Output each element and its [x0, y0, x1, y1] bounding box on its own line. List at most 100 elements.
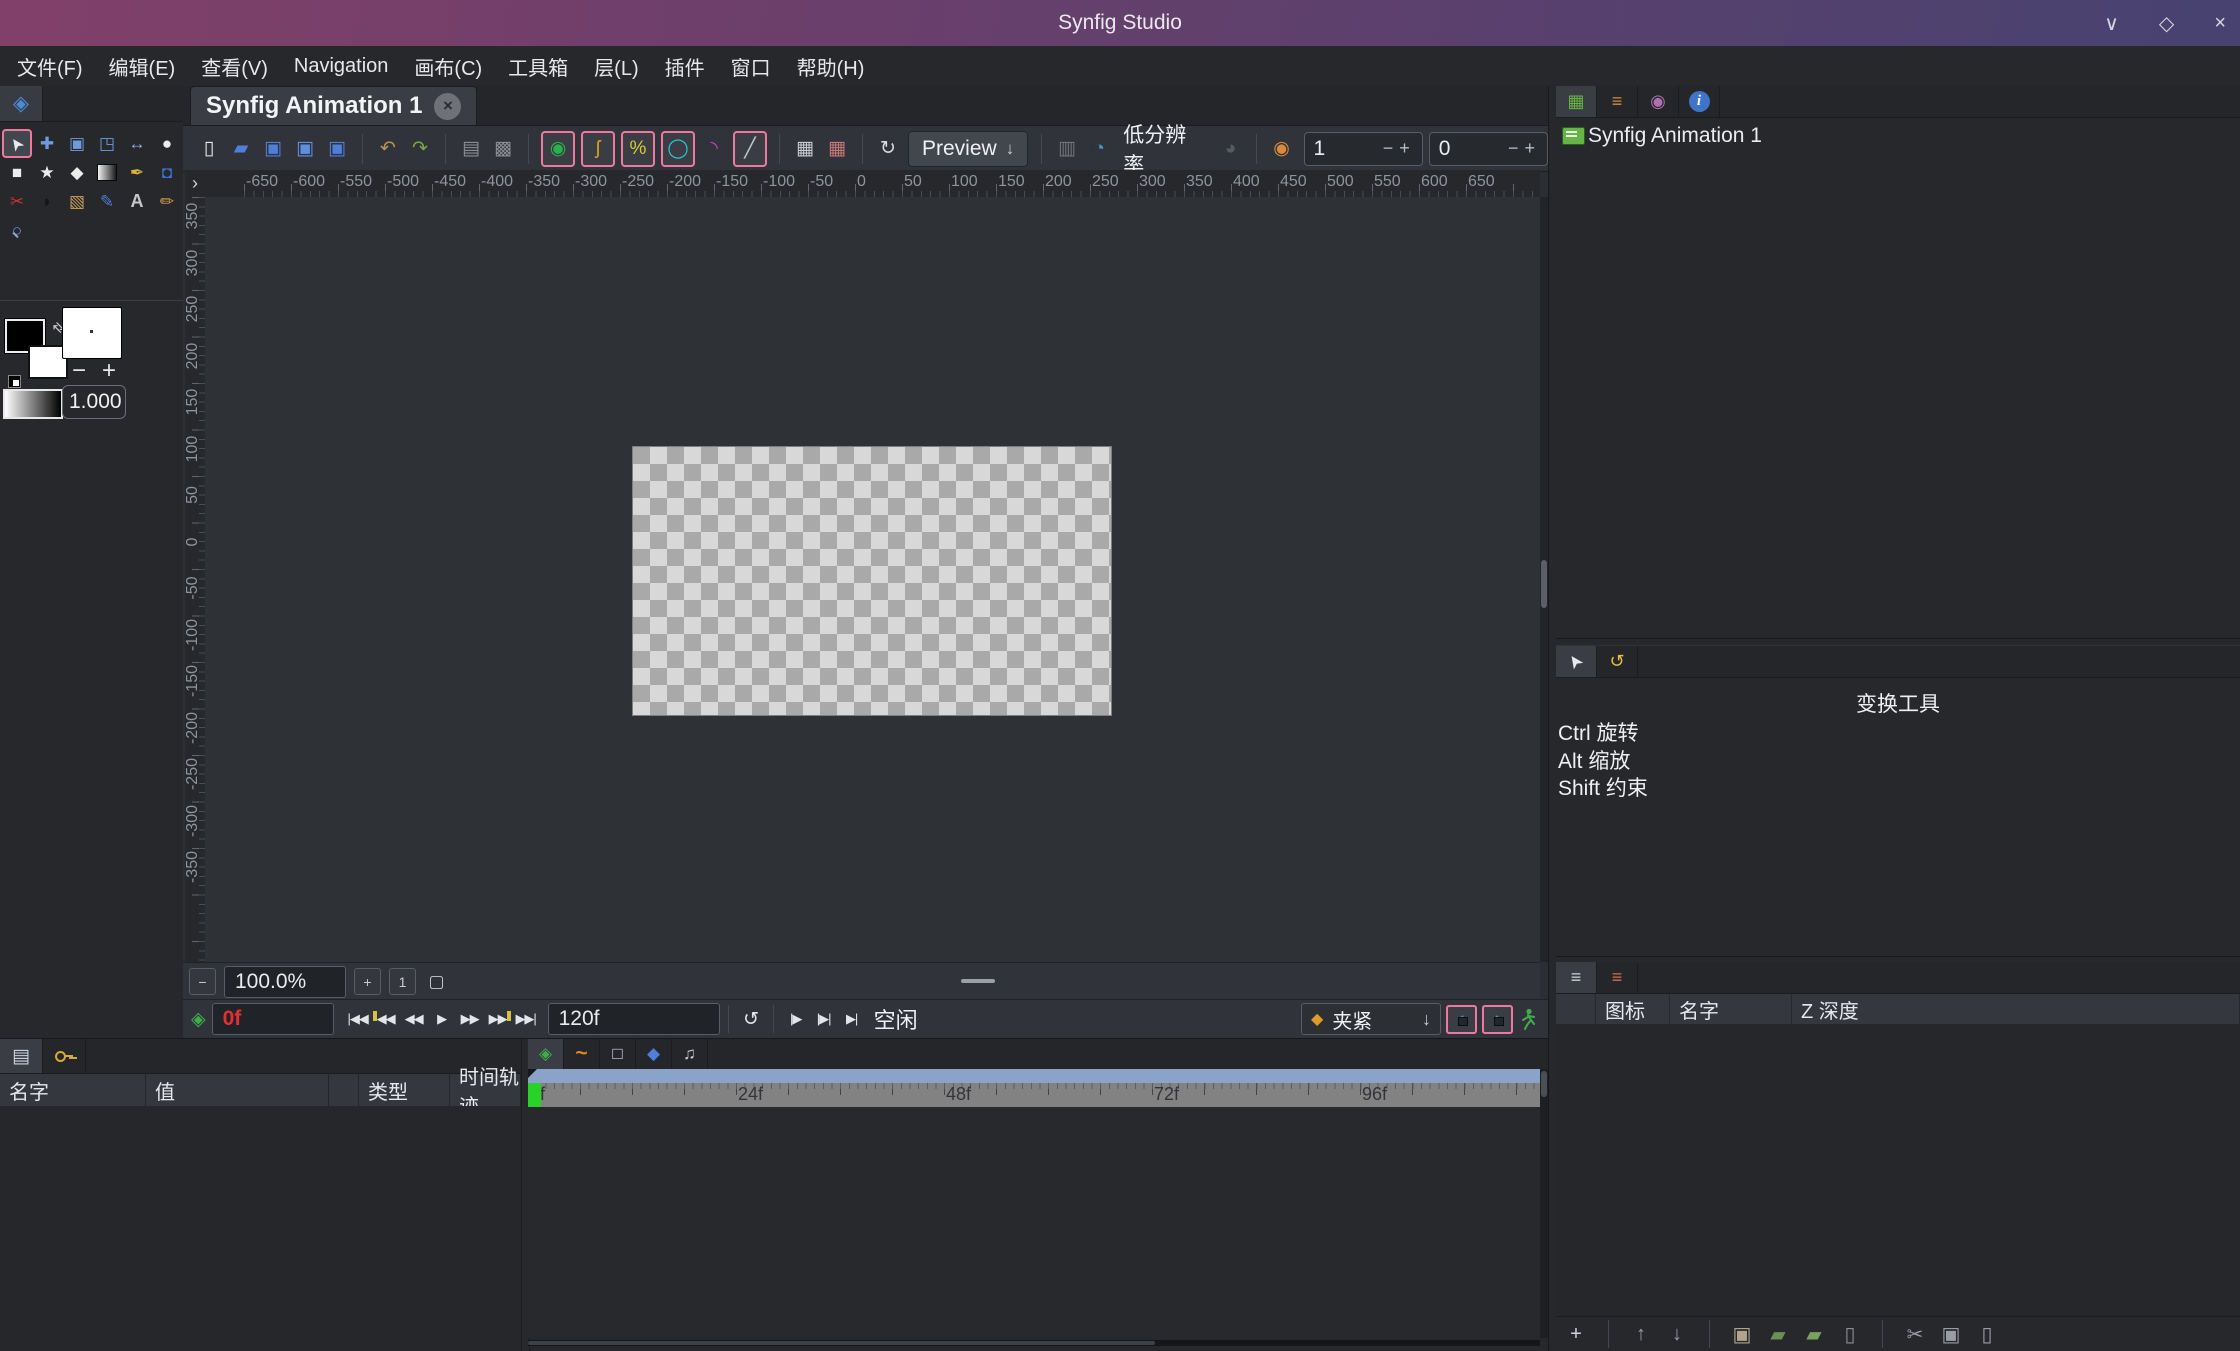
menu-edit[interactable]: 编辑(E) [96, 46, 189, 86]
time-ruler[interactable]: 0f24f48f72f96f [528, 1083, 1540, 1108]
tab-canvases[interactable]: ▦ [1556, 86, 1597, 117]
scrollbar-thumb[interactable] [528, 1341, 1156, 1345]
menu-plugins[interactable]: 插件 [652, 46, 718, 86]
seek-end-button[interactable]: ▶▶| [512, 1004, 540, 1034]
layers-list[interactable] [1556, 1024, 2240, 1317]
ungroup-layer-button[interactable]: ▰ [1802, 1322, 1826, 1347]
column-header[interactable]: 图标 [1596, 994, 1670, 1025]
canvas-tree-item[interactable]: Synfig Animation 1 [1556, 118, 2240, 148]
text-tool[interactable]: A [122, 187, 152, 216]
preview-render-button[interactable]: ▩ [487, 131, 519, 167]
column-header[interactable]: 名字 [0, 1074, 146, 1106]
tab-layer-groups[interactable]: ≡ [1597, 962, 1638, 993]
keyframe-timebar[interactable] [528, 1069, 1540, 1083]
tab-children[interactable]: □ [600, 1039, 636, 1069]
menu-toolbox[interactable]: 工具箱 [495, 46, 581, 86]
column-header[interactable] [329, 1074, 359, 1106]
menu-canvas[interactable]: 画布(C) [401, 46, 495, 86]
running-man-icon[interactable] [1521, 1008, 1536, 1030]
raise-layer-button[interactable]: ↑ [1629, 1323, 1653, 1346]
canvas-transparent-checkerboard[interactable] [632, 446, 1112, 716]
timetrack-vertical-scrollbar[interactable] [1540, 1069, 1548, 1338]
pencil-tool[interactable]: ✏ [152, 187, 182, 216]
paste-button[interactable]: ▯ [1975, 1322, 1999, 1347]
transform-tool[interactable]: ➤ [2, 129, 32, 158]
toggle-timebar-button[interactable]: − [189, 968, 216, 995]
seek-begin-button[interactable]: |◀◀ [344, 1004, 372, 1034]
increase-quality-button[interactable]: ◕ [1215, 131, 1247, 167]
tab-layers[interactable]: ≡ [1556, 962, 1597, 993]
brush-size-decrease-button[interactable]: − [72, 357, 86, 385]
zoom-in-button[interactable]: + [354, 968, 381, 995]
menu-layer[interactable]: 层(L) [581, 46, 651, 86]
brush-size-increase-button[interactable]: + [102, 357, 116, 385]
grid-snap-toggle[interactable]: ▦ [821, 131, 853, 167]
tab-meta-data[interactable]: ◆ [636, 1039, 672, 1069]
close-tab-button[interactable]: × [434, 92, 462, 120]
smooth-move-tool[interactable]: ✚ [32, 129, 62, 158]
reset-colors-icon[interactable] [8, 375, 21, 388]
save-button[interactable]: ▣ [257, 131, 289, 167]
zoom-tool[interactable]: ○ [2, 216, 32, 245]
loop-toggle[interactable]: ↺ [737, 1004, 765, 1034]
fit-canvas-button[interactable]: ▢ [424, 969, 449, 994]
duplicate-layer-button[interactable]: ▣ [1730, 1322, 1754, 1347]
scrollbar-thumb[interactable] [1541, 1071, 1547, 1097]
future-keyframe-toggle[interactable]: ◯ [661, 130, 695, 167]
play-bounds-button[interactable]: |▶| [810, 1004, 838, 1034]
toolbox-tab[interactable]: ◈ [0, 86, 43, 121]
open-document-button[interactable]: ▰ [225, 131, 257, 167]
menu-help[interactable]: 帮助(H) [784, 46, 878, 86]
column-header[interactable]: 名字 [1670, 994, 1792, 1025]
play-bounds-lower-button[interactable]: |▶ [782, 1004, 810, 1034]
rectangle-tool[interactable]: ■ [2, 158, 32, 187]
delete-layer-button[interactable]: ▯ [1838, 1322, 1862, 1347]
canvas-vertical-scrollbar[interactable] [1540, 197, 1548, 962]
play-button[interactable]: ▶ [428, 1004, 456, 1034]
pane-resize-grip[interactable] [961, 979, 995, 983]
render-preview-camera-icon[interactable]: ▥ [1051, 131, 1083, 167]
cutout-tool[interactable]: ✂ [2, 187, 32, 216]
tab-navigator[interactable]: ◉ [1638, 86, 1679, 117]
fill-tool[interactable]: ◘ [152, 158, 182, 187]
maximize-button[interactable]: ◇ [2159, 11, 2174, 36]
past-keyframe-toggle[interactable]: ◉ [541, 130, 575, 167]
spinner-increase-icon[interactable]: + [1396, 138, 1413, 159]
tab-smooth-move-options[interactable]: ↺ [1597, 646, 1638, 677]
keyframe-angle-toggle[interactable]: ╱ [733, 130, 767, 167]
scale-tool[interactable]: ◳ [92, 129, 122, 158]
tab-sound[interactable]: ♫ [672, 1039, 708, 1069]
redo-button[interactable]: ↷ [404, 131, 436, 167]
refresh-button[interactable]: ↻ [872, 131, 904, 167]
undo-button[interactable]: ↶ [372, 131, 404, 167]
save-as-button[interactable]: ▣ [289, 131, 321, 167]
column-header[interactable]: 类型 [359, 1074, 450, 1106]
seek-next-keyframe-button[interactable]: ▶▶ [484, 1004, 512, 1034]
brush-preview-swatch[interactable] [62, 307, 122, 359]
document-tab[interactable]: Synfig Animation 1 × [190, 86, 478, 125]
new-document-button[interactable]: ▯ [193, 131, 225, 167]
tab-transform-options[interactable]: ➤ [1556, 646, 1597, 677]
keyframe-curve-toggle[interactable]: ʃ [581, 130, 615, 167]
onion-skin-toggle[interactable]: ◉ [1266, 131, 1298, 167]
draw-tool[interactable]: ◗ [32, 187, 62, 216]
tab-keyframe-list[interactable] [43, 1039, 86, 1073]
zoom-level-field[interactable]: 100.0% [224, 965, 346, 998]
menu-navigation[interactable]: Navigation [281, 46, 402, 86]
scrollbar-thumb[interactable] [1541, 560, 1547, 608]
future-onion-spinner[interactable]: 0 − + [1428, 131, 1548, 166]
save-all-button[interactable]: ▣ [321, 131, 353, 167]
column-header[interactable]: 值 [146, 1074, 329, 1106]
brush-tool[interactable]: ▧ [62, 187, 92, 216]
decrease-quality-button[interactable]: ◔ [1083, 131, 1115, 167]
keyframe-line-toggle[interactable]: % [621, 130, 655, 167]
minimize-button[interactable]: ∨ [2104, 11, 2119, 36]
column-header[interactable]: 时间轨迹 [450, 1067, 521, 1118]
spinner-increase-icon[interactable]: + [1521, 138, 1538, 159]
copy-button[interactable]: ▣ [1939, 1322, 1963, 1347]
render-button[interactable]: ▤ [455, 131, 487, 167]
default-interpolation-dropdown[interactable]: ◆ 夹紧 ↓ [1301, 1003, 1441, 1035]
tab-keyframes[interactable]: ≡ [1597, 86, 1638, 117]
tab-timetrack-params[interactable]: ◈ [528, 1039, 564, 1069]
prev-frame-button[interactable]: ◀◀ [400, 1004, 428, 1034]
